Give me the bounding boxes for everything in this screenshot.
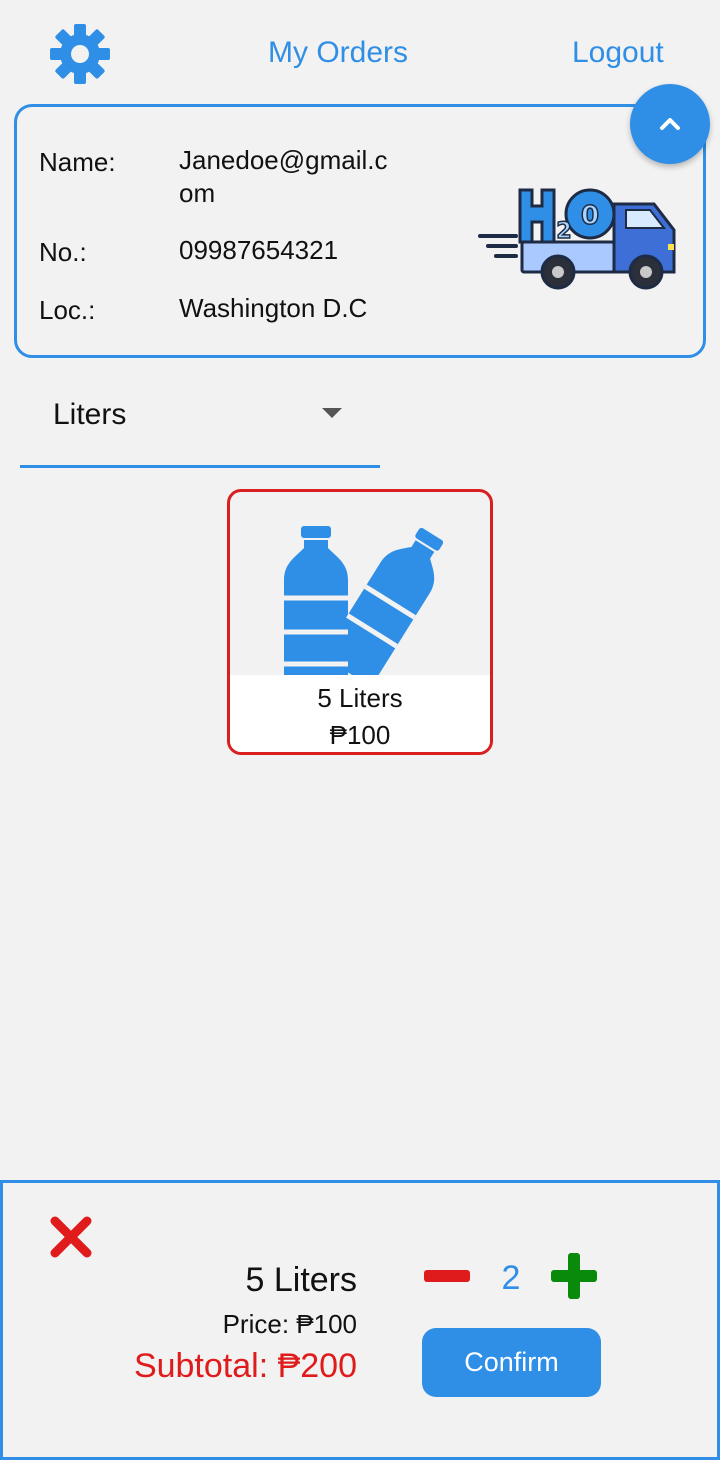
unit-dropdown[interactable]: Liters (20, 378, 380, 468)
my-orders-link[interactable]: My Orders (268, 36, 408, 70)
collapse-profile-button[interactable] (630, 84, 710, 164)
water-bottles-icon (284, 526, 444, 678)
product-card[interactable]: 5 Liters ₱100 (227, 489, 493, 755)
product-name: 5 Liters (317, 683, 403, 713)
cart-subtotal: Subtotal: ₱200 (133, 1347, 357, 1385)
quantity-value: 2 (501, 1259, 521, 1297)
remove-item-button[interactable] (47, 1213, 95, 1261)
caret-down-icon (322, 408, 342, 418)
gear-icon (50, 24, 110, 84)
h2o-delivery-truck-logo: 0 2 (478, 188, 676, 290)
product-info: 5 Liters ₱100 (230, 675, 490, 752)
cart-panel: 5 Liters Price: ₱100 Subtotal: ₱200 2 Co… (0, 1180, 720, 1460)
name-value: Janedoe@gmail.com (179, 145, 388, 208)
number-value: 09987654321 (179, 235, 339, 265)
confirm-button[interactable]: Confirm (422, 1328, 601, 1397)
minus-icon (424, 1270, 470, 1282)
number-label: No.: (39, 237, 87, 267)
plus-icon (551, 1253, 597, 1299)
close-icon (50, 1216, 92, 1258)
svg-text:2: 2 (556, 219, 571, 244)
increase-quantity-button[interactable] (549, 1251, 599, 1301)
location-label: Loc.: (39, 295, 96, 325)
name-label: Name: (39, 147, 116, 177)
decrease-quantity-button[interactable] (422, 1265, 472, 1287)
product-price: ₱100 (329, 720, 391, 750)
svg-text:0: 0 (581, 201, 599, 231)
cart-item-price: Price: ₱100 (222, 1309, 357, 1339)
cart-item-name: 5 Liters (245, 1261, 358, 1299)
chevron-up-icon (660, 118, 680, 130)
location-value: Washington D.C (179, 293, 368, 323)
dropdown-selected-value: Liters (53, 398, 127, 431)
logout-link[interactable]: Logout (572, 36, 664, 70)
settings-button[interactable] (48, 22, 112, 86)
